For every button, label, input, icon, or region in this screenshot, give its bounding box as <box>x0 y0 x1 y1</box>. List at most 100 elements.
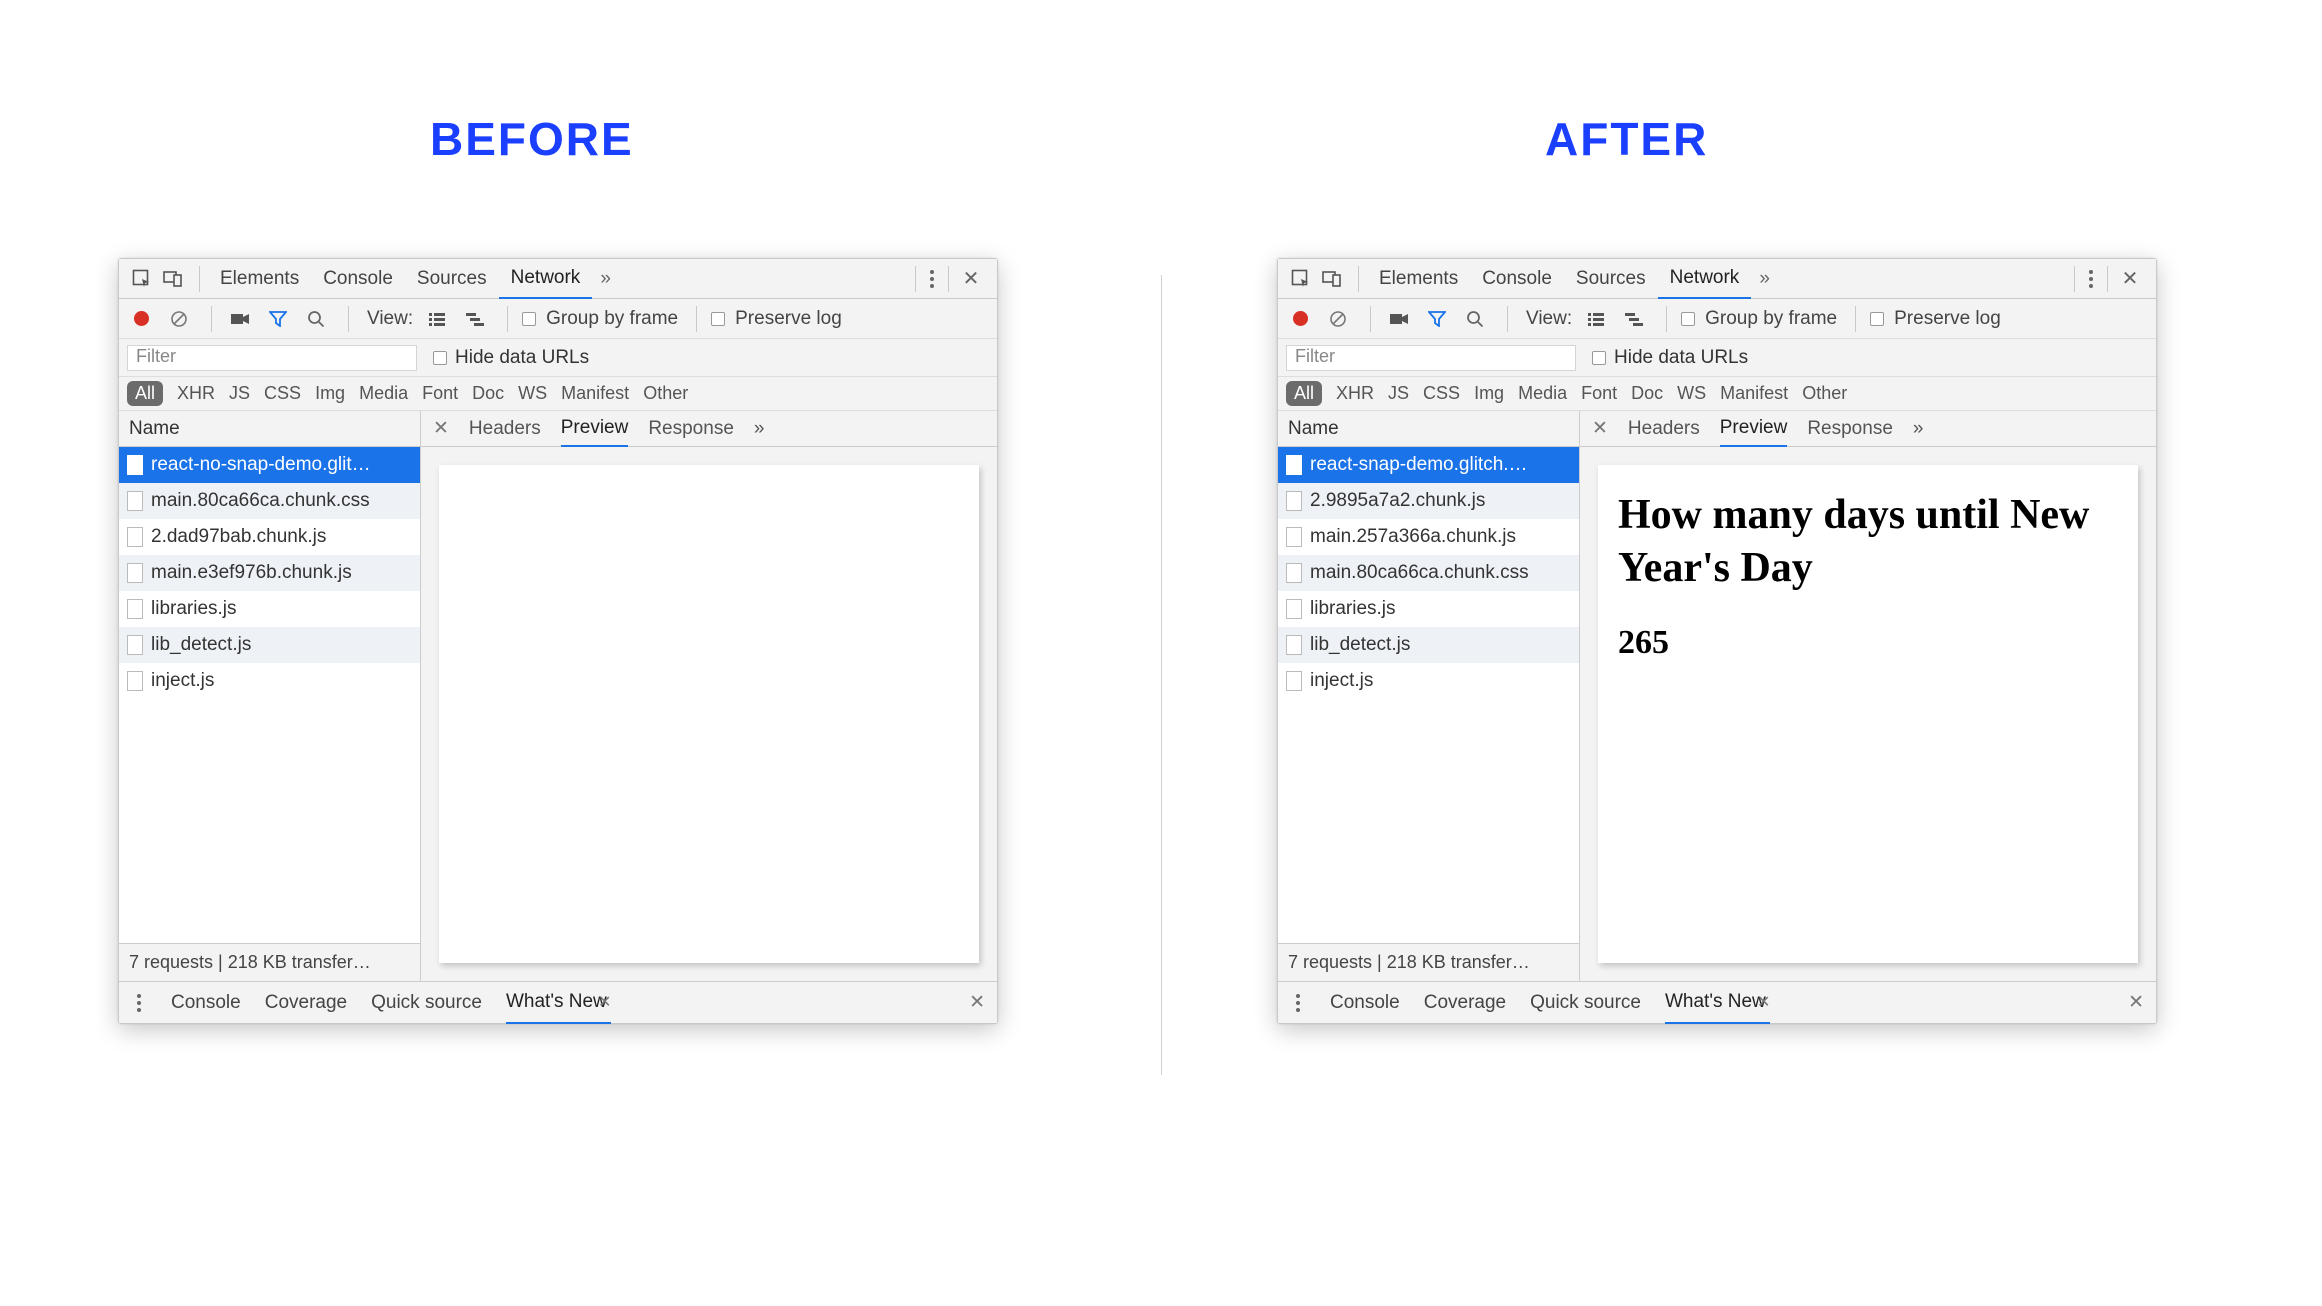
filter-ws[interactable]: WS <box>1677 383 1706 404</box>
filter-input[interactable]: Filter <box>127 345 417 371</box>
inspect-element-icon[interactable] <box>1286 265 1314 293</box>
detail-tab-response[interactable]: Response <box>1807 418 1893 440</box>
request-row[interactable]: lib_detect.js <box>119 627 420 663</box>
hide-data-urls-checkbox[interactable] <box>433 351 447 365</box>
request-row[interactable]: main.e3ef976b.chunk.js <box>119 555 420 591</box>
drawer-menu-icon[interactable] <box>131 994 147 1012</box>
record-icon[interactable] <box>1286 305 1314 333</box>
filter-font[interactable]: Font <box>1581 383 1617 404</box>
request-row[interactable]: libraries.js <box>1278 591 1579 627</box>
tab-elements[interactable]: Elements <box>1367 259 1470 299</box>
view-waterfall-icon[interactable] <box>1620 305 1648 333</box>
detail-tab-preview[interactable]: Preview <box>561 411 629 447</box>
clear-icon[interactable] <box>165 305 193 333</box>
filter-font[interactable]: Font <box>422 383 458 404</box>
request-row[interactable]: inject.js <box>1278 663 1579 699</box>
more-tabs-icon[interactable]: » <box>592 268 619 290</box>
filter-manifest[interactable]: Manifest <box>1720 383 1788 404</box>
filter-icon[interactable] <box>264 305 292 333</box>
request-row[interactable]: main.80ca66ca.chunk.css <box>119 483 420 519</box>
close-detail-icon[interactable]: ✕ <box>433 417 449 440</box>
filter-media[interactable]: Media <box>359 383 408 404</box>
request-row[interactable]: 2.dad97bab.chunk.js <box>119 519 420 555</box>
drawer-tab-whats-new[interactable]: What's New ✕ <box>506 982 611 1024</box>
hide-data-urls-checkbox[interactable] <box>1592 351 1606 365</box>
filter-other[interactable]: Other <box>1802 383 1847 404</box>
detail-tab-preview[interactable]: Preview <box>1720 411 1788 447</box>
filter-img[interactable]: Img <box>315 383 345 404</box>
device-toolbar-icon[interactable] <box>159 265 187 293</box>
tab-elements[interactable]: Elements <box>208 259 311 299</box>
filter-all[interactable]: All <box>127 381 163 406</box>
filter-img[interactable]: Img <box>1474 383 1504 404</box>
camera-icon[interactable] <box>226 305 254 333</box>
group-by-frame-checkbox[interactable] <box>1681 312 1695 326</box>
filter-xhr[interactable]: XHR <box>1336 383 1374 404</box>
settings-menu-icon[interactable] <box>924 270 940 288</box>
tab-sources[interactable]: Sources <box>1564 259 1658 299</box>
device-toolbar-icon[interactable] <box>1318 265 1346 293</box>
filter-css[interactable]: CSS <box>1423 383 1460 404</box>
close-tab-icon[interactable]: ✕ <box>598 992 611 1012</box>
inspect-element-icon[interactable] <box>127 265 155 293</box>
drawer-tab-coverage[interactable]: Coverage <box>1424 992 1506 1014</box>
column-header-name[interactable]: Name <box>1278 411 1579 447</box>
column-header-name[interactable]: Name <box>119 411 420 447</box>
filter-input[interactable]: Filter <box>1286 345 1576 371</box>
settings-menu-icon[interactable] <box>2083 270 2099 288</box>
request-row[interactable]: 2.9895a7a2.chunk.js <box>1278 483 1579 519</box>
close-drawer-icon[interactable]: ✕ <box>969 991 985 1014</box>
filter-doc[interactable]: Doc <box>472 383 504 404</box>
filter-ws[interactable]: WS <box>518 383 547 404</box>
preserve-log-checkbox[interactable] <box>711 312 725 326</box>
filter-js[interactable]: JS <box>229 383 250 404</box>
filter-xhr[interactable]: XHR <box>177 383 215 404</box>
tab-sources[interactable]: Sources <box>405 259 499 299</box>
detail-tab-headers[interactable]: Headers <box>1628 418 1700 440</box>
tab-console[interactable]: Console <box>311 259 405 299</box>
drawer-tab-console[interactable]: Console <box>171 992 241 1014</box>
tab-console[interactable]: Console <box>1470 259 1564 299</box>
more-tabs-icon[interactable]: » <box>1751 268 1778 290</box>
detail-tab-headers[interactable]: Headers <box>469 418 541 440</box>
camera-icon[interactable] <box>1385 305 1413 333</box>
view-list-icon[interactable] <box>423 305 451 333</box>
more-detail-tabs-icon[interactable]: » <box>754 418 765 440</box>
tab-network[interactable]: Network <box>499 259 593 299</box>
record-icon[interactable] <box>127 305 155 333</box>
close-devtools-icon[interactable]: ✕ <box>2116 265 2144 293</box>
request-row[interactable]: lib_detect.js <box>1278 627 1579 663</box>
clear-icon[interactable] <box>1324 305 1352 333</box>
close-detail-icon[interactable]: ✕ <box>1592 417 1608 440</box>
drawer-tab-quick-source[interactable]: Quick source <box>1530 992 1641 1014</box>
search-icon[interactable] <box>302 305 330 333</box>
drawer-tab-whats-new[interactable]: What's New ✕ <box>1665 982 1770 1024</box>
request-row[interactable]: main.80ca66ca.chunk.css <box>1278 555 1579 591</box>
drawer-tab-quick-source[interactable]: Quick source <box>371 992 482 1014</box>
request-row[interactable]: libraries.js <box>119 591 420 627</box>
preserve-log-checkbox[interactable] <box>1870 312 1884 326</box>
request-row[interactable]: main.257a366a.chunk.js <box>1278 519 1579 555</box>
detail-tab-response[interactable]: Response <box>648 418 734 440</box>
drawer-tab-coverage[interactable]: Coverage <box>265 992 347 1014</box>
filter-js[interactable]: JS <box>1388 383 1409 404</box>
filter-other[interactable]: Other <box>643 383 688 404</box>
filter-media[interactable]: Media <box>1518 383 1567 404</box>
close-drawer-icon[interactable]: ✕ <box>2128 991 2144 1014</box>
close-tab-icon[interactable]: ✕ <box>1757 992 1770 1012</box>
group-by-frame-checkbox[interactable] <box>522 312 536 326</box>
close-devtools-icon[interactable]: ✕ <box>957 265 985 293</box>
filter-css[interactable]: CSS <box>264 383 301 404</box>
drawer-tab-console[interactable]: Console <box>1330 992 1400 1014</box>
more-detail-tabs-icon[interactable]: » <box>1913 418 1924 440</box>
drawer-menu-icon[interactable] <box>1290 994 1306 1012</box>
filter-doc[interactable]: Doc <box>1631 383 1663 404</box>
filter-all[interactable]: All <box>1286 381 1322 406</box>
search-icon[interactable] <box>1461 305 1489 333</box>
tab-network[interactable]: Network <box>1658 259 1752 299</box>
request-row[interactable]: react-no-snap-demo.glit… <box>119 447 420 483</box>
request-row[interactable]: inject.js <box>119 663 420 699</box>
request-row[interactable]: react-snap-demo.glitch.… <box>1278 447 1579 483</box>
filter-icon[interactable] <box>1423 305 1451 333</box>
filter-manifest[interactable]: Manifest <box>561 383 629 404</box>
